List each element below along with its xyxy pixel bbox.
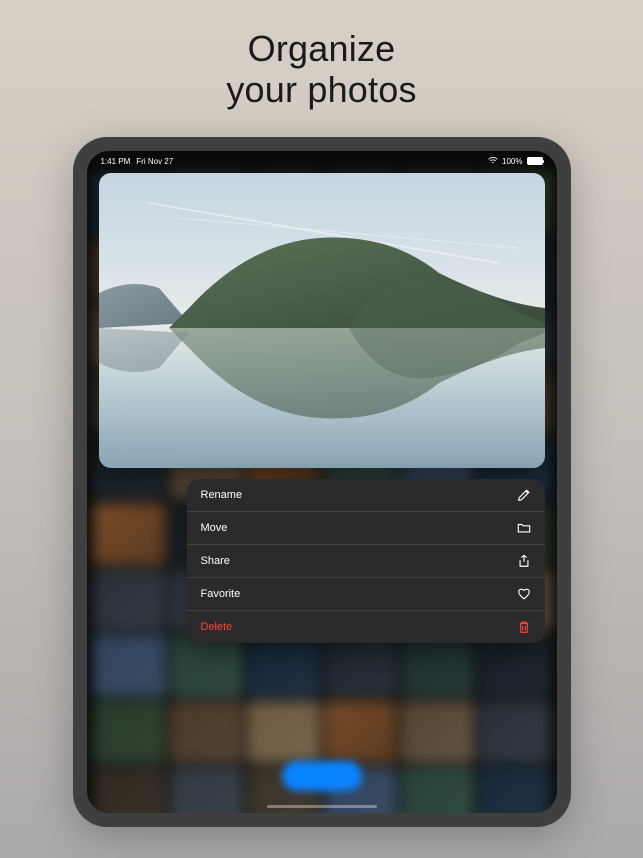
tablet-frame: 1:41 PM Fri Nov 27 100% [73,137,571,827]
menu-label-delete: Delete [201,621,233,633]
context-menu: Rename Move Share Favorite [187,479,545,643]
headline-line1: Organize [226,28,416,69]
tablet-screen: 1:41 PM Fri Nov 27 100% [87,151,557,813]
heart-icon [517,587,531,601]
bottom-action-button[interactable] [282,761,362,791]
menu-label-rename: Rename [201,489,243,501]
home-indicator[interactable] [267,805,377,808]
menu-item-delete[interactable]: Delete [187,611,545,643]
headline-line2: your photos [226,69,416,110]
pencil-icon [517,488,531,502]
status-bar: 1:41 PM Fri Nov 27 100% [87,151,557,169]
folder-icon [517,521,531,535]
menu-label-move: Move [201,522,228,534]
battery-icon [527,157,543,165]
share-icon [517,554,531,568]
menu-label-favorite: Favorite [201,588,241,600]
wifi-icon [488,156,498,166]
battery-percent: 100% [502,157,522,166]
menu-item-share[interactable]: Share [187,545,545,578]
menu-item-rename[interactable]: Rename [187,479,545,512]
status-date: Fri Nov 27 [136,157,173,166]
menu-label-share: Share [201,555,230,567]
menu-item-favorite[interactable]: Favorite [187,578,545,611]
trash-icon [517,620,531,634]
menu-item-move[interactable]: Move [187,512,545,545]
marketing-headline: Organize your photos [226,28,416,111]
photo-preview[interactable] [99,173,545,468]
status-time: 1:41 PM [101,157,131,166]
